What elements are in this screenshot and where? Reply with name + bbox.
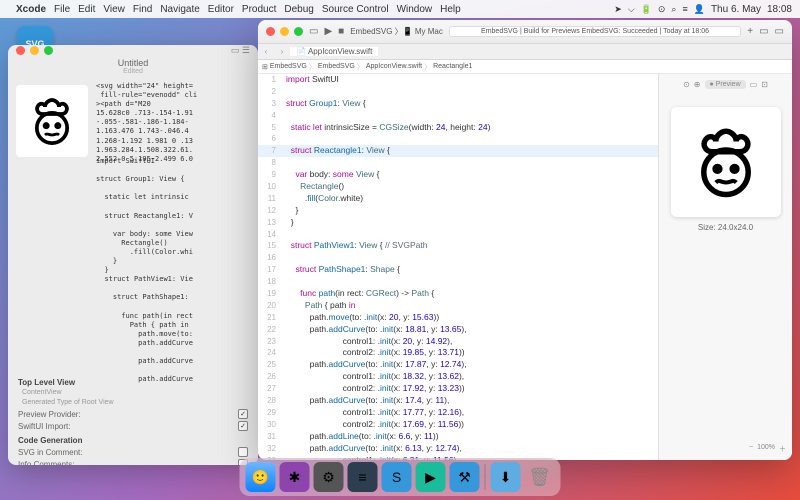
code-panel[interactable]: <svg width="24" height= fill-rule="eveno… xyxy=(96,82,256,164)
zoom-out-button[interactable]: − xyxy=(749,444,753,454)
xcode-zoom-button[interactable] xyxy=(294,27,303,36)
swift-code-panel[interactable]: import SwiftUI struct Group1: View { sta… xyxy=(96,157,256,384)
app-name[interactable]: Xcode xyxy=(16,4,46,15)
swiftui-import-label: SwiftUI Import: xyxy=(18,422,70,431)
menu-edit[interactable]: Edit xyxy=(78,4,95,15)
menu-file[interactable]: File xyxy=(54,4,70,15)
menu-window[interactable]: Window xyxy=(397,4,433,15)
inspector-toggle-icon[interactable]: ▭ xyxy=(775,26,784,37)
canvas-device-icon[interactable]: ▭ xyxy=(750,80,758,89)
menu-editor[interactable]: Editor xyxy=(208,4,234,15)
crumb-symbol[interactable]: Reactangle1 xyxy=(433,63,472,70)
zoom-in-button[interactable]: ＋ xyxy=(779,444,786,454)
section-codegen: Code Generation xyxy=(18,436,248,445)
zoom-button[interactable] xyxy=(44,46,53,55)
preview-provider-label: Preview Provider: xyxy=(18,410,81,419)
menubar-time[interactable]: 18:08 xyxy=(767,4,792,15)
dock-app-4[interactable]: ▶ xyxy=(416,462,446,492)
control-center-icon[interactable]: ≡ xyxy=(682,4,687,14)
nav-icon[interactable]: ⊞ xyxy=(262,63,268,71)
preview-render[interactable] xyxy=(671,107,781,217)
zoom-level[interactable]: 100% xyxy=(757,444,775,454)
wifi-icon[interactable]: ⊙ xyxy=(658,4,666,15)
dock-separator xyxy=(485,464,486,490)
tab-bar: ‹ › 📄AppIconView.swift xyxy=(258,44,792,60)
menu-view[interactable]: View xyxy=(103,4,125,15)
xcode-close-button[interactable] xyxy=(266,27,275,36)
root-type-label: Generated Type of Root View xyxy=(22,399,248,406)
close-button[interactable] xyxy=(16,46,25,55)
dock-app-3[interactable]: ≡ xyxy=(348,462,378,492)
tab-back-button[interactable]: ‹ xyxy=(258,47,274,56)
svgshaper-window: ▭ ☰ Untitled Edited <svg width="24" heig… xyxy=(8,45,258,465)
svg-comment-checkbox[interactable] xyxy=(238,447,248,457)
chef-icon xyxy=(24,93,80,149)
bluetooth-icon[interactable]: ⌵ xyxy=(628,4,635,15)
svg-comment-label: SVG in Comment: xyxy=(18,448,82,457)
menu-source-control[interactable]: Source Control xyxy=(322,4,389,15)
sidebar-toggle-icon[interactable]: ▭ xyxy=(309,26,318,37)
stop-button[interactable]: ■ xyxy=(338,26,344,37)
menu-debug[interactable]: Debug xyxy=(284,4,313,15)
swift-file-icon: 📄 xyxy=(296,47,306,56)
jump-bar[interactable]: ⊞ EmbedSVG〉 EmbedSVG〉 AppIconView.swift〉… xyxy=(258,60,792,74)
dock-downloads[interactable]: ⬇ xyxy=(491,462,521,492)
search-icon[interactable]: ⌕ xyxy=(671,4,676,15)
svg-preview[interactable] xyxy=(16,85,88,157)
minimize-button[interactable] xyxy=(30,46,39,55)
canvas-zoom-icon[interactable]: ⊕ xyxy=(694,80,701,89)
dock-app-2[interactable]: ⚙ xyxy=(314,462,344,492)
preview-canvas: ⊙ ⊕ ● Preview ▭ ⊡ Size: 24.0x24.0 − 100%… xyxy=(658,74,792,460)
canvas-pin-icon[interactable]: ⊙ xyxy=(683,80,690,89)
info-comments-label: Info Comments: xyxy=(18,460,74,466)
run-button[interactable]: ▶ xyxy=(324,26,332,37)
canvas-settings-icon[interactable]: ⊡ xyxy=(761,80,768,89)
line-gutter: 1234567891011121314151617181920212223242… xyxy=(258,74,280,460)
tab-forward-button[interactable]: › xyxy=(274,47,290,56)
preview-button[interactable]: ● Preview xyxy=(705,80,746,89)
dock-svgshaper[interactable]: S xyxy=(382,462,412,492)
menu-help[interactable]: Help xyxy=(440,4,461,15)
activity-viewer[interactable]: EmbedSVG | Build for Previews EmbedSVG: … xyxy=(449,26,741,37)
window-subtitle: Edited xyxy=(123,68,143,75)
xcode-toolbar: ▭ ▶ ■ EmbedSVG 〉📱 My Mac EmbedSVG | Buil… xyxy=(258,20,792,44)
chef-icon xyxy=(685,121,767,203)
user-icon[interactable]: 👤 xyxy=(694,4,705,15)
crumb-file[interactable]: AppIconView.swift xyxy=(366,63,422,70)
menu-product[interactable]: Product xyxy=(242,4,276,15)
menubar: Xcode File Edit View Find Navigate Edito… xyxy=(0,0,800,18)
preview-provider-checkbox[interactable] xyxy=(238,409,248,419)
dock-finder[interactable]: 🙂 xyxy=(246,462,276,492)
location-icon[interactable]: ➤ xyxy=(614,4,622,15)
library-button[interactable]: ▭ xyxy=(759,26,768,37)
menubar-date[interactable]: Thu 6. May xyxy=(711,4,761,15)
add-button[interactable]: + xyxy=(747,26,753,37)
tab-appiconview[interactable]: 📄AppIconView.swift xyxy=(290,47,378,56)
swiftui-import-checkbox[interactable] xyxy=(238,421,248,431)
crumb-folder[interactable]: EmbedSVG xyxy=(318,63,355,70)
xcode-minimize-button[interactable] xyxy=(280,27,289,36)
window-title: Untitled xyxy=(118,58,149,68)
crumb-project[interactable]: EmbedSVG xyxy=(270,63,307,70)
dock-trash[interactable]: 🗑 xyxy=(525,462,555,492)
scheme-selector[interactable]: EmbedSVG 〉📱 My Mac xyxy=(350,26,443,37)
xcode-window: ▭ ▶ ■ EmbedSVG 〉📱 My Mac EmbedSVG | Buil… xyxy=(258,20,792,460)
menu-navigate[interactable]: Navigate xyxy=(160,4,199,15)
preview-size-label: Size: 24.0x24.0 xyxy=(698,223,753,232)
battery-icon[interactable]: 🔋 xyxy=(641,4,652,15)
dock-app-1[interactable]: ✱ xyxy=(280,462,310,492)
menu-find[interactable]: Find xyxy=(133,4,152,15)
toolbar-icons[interactable]: ▭ ☰ xyxy=(231,45,250,56)
source-editor[interactable]: 1234567891011121314151617181920212223242… xyxy=(258,74,658,460)
content-view-label: ContentView xyxy=(22,389,248,396)
titlebar[interactable]: ▭ ☰ xyxy=(8,45,258,56)
dock: 🙂 ✱ ⚙ ≡ S ▶ ⚒ ⬇ 🗑 xyxy=(240,458,561,496)
dock-xcode[interactable]: ⚒ xyxy=(450,462,480,492)
